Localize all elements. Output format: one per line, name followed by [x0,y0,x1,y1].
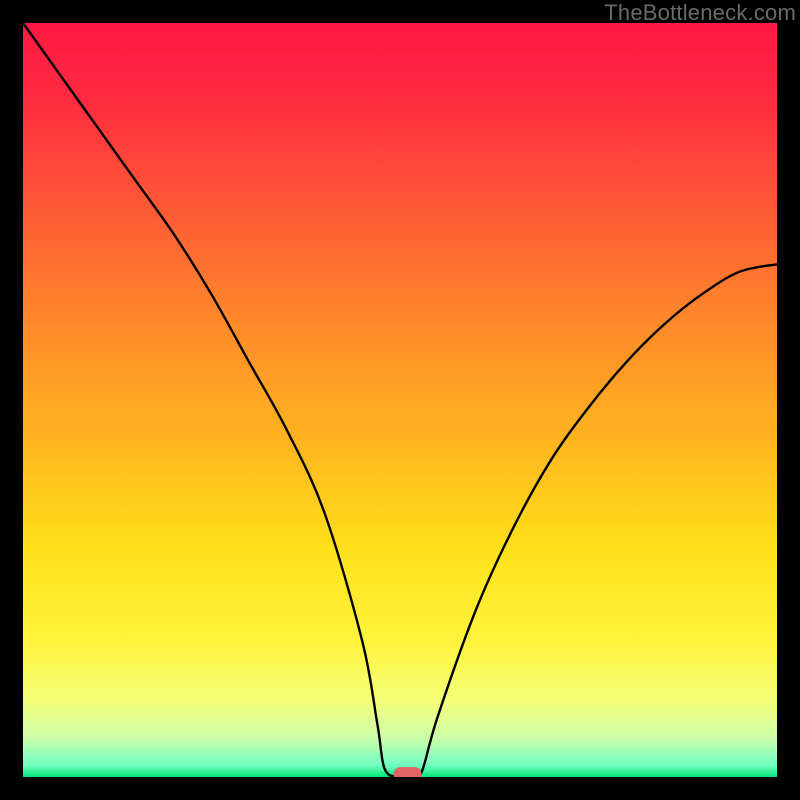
bottleneck-chart [23,23,777,777]
gradient-background [23,23,777,777]
watermark-text: TheBottleneck.com [604,0,796,26]
optimal-marker [394,767,422,777]
chart-frame [23,23,777,777]
